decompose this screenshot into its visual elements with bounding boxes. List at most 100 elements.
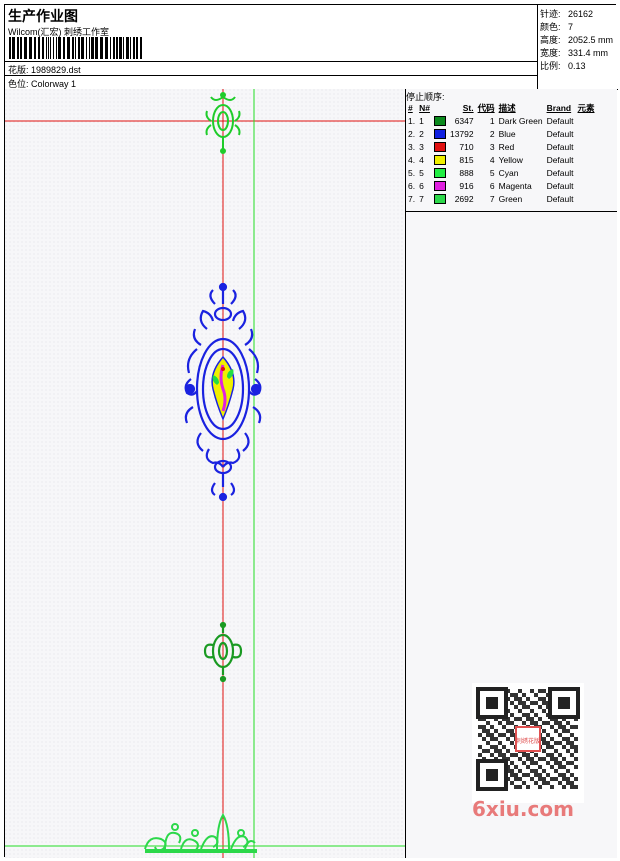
stat-scale: 比例: 0.13	[540, 61, 586, 71]
row-stitches: 888	[459, 167, 474, 178]
row-num: 3.	[408, 141, 416, 152]
row-num: 5.	[408, 167, 416, 178]
col-header-desc: 描述	[498, 103, 516, 113]
production-sheet: 生产作业图 Wilcom(汇宏) 刺绣工作室 花版: 1989829.dst 色…	[4, 4, 618, 858]
row-stitches: 2692	[454, 193, 474, 204]
row-code: 6	[489, 180, 495, 191]
embroidery-canvas	[5, 89, 405, 858]
stop-sequence-table: # N# St. 代码 描述 Brand 元素 1. 1 6347 1 Dark Gre…	[406, 102, 597, 205]
row-desc: Magenta	[498, 180, 532, 191]
row-num: 4.	[408, 154, 416, 165]
row-desc: Blue	[498, 128, 516, 139]
row-stitches: 13792	[449, 128, 474, 139]
stats-panel: 针迹: 26162 颜色: 7 高度: 2052.5 mm 宽度: 331.4 mm 比…	[537, 5, 618, 90]
row-element	[576, 153, 597, 166]
sequence-divider	[406, 211, 617, 212]
row-element	[576, 179, 597, 192]
row-brand: Default	[546, 180, 574, 191]
row-n: 4	[419, 154, 424, 165]
embroidery-design	[5, 89, 405, 858]
row-stitches: 710	[459, 141, 474, 152]
row-code: 3	[489, 141, 495, 152]
col-header-code: 代码	[477, 103, 495, 113]
stat-colors: 颜色: 7	[540, 22, 574, 32]
row-stitches: 916	[459, 180, 474, 191]
color-swatch	[433, 154, 446, 165]
row-num: 1.	[408, 115, 416, 126]
colorway-value: Colorway 1	[31, 79, 77, 89]
row-n: 1	[419, 115, 424, 126]
color-swatch	[433, 115, 446, 126]
row-desc: Dark Green	[498, 115, 543, 126]
row-num: 7.	[408, 193, 416, 204]
row-desc: Green	[498, 193, 523, 204]
row-brand: Default	[546, 115, 574, 126]
row-code: 5	[489, 167, 495, 178]
color-swatch	[433, 180, 446, 191]
stat-width: 宽度: 331.4 mm	[540, 48, 609, 58]
row-n: 5	[419, 167, 424, 178]
stat-stitches: 针迹: 26162	[540, 9, 594, 19]
color-swatch	[433, 128, 446, 139]
table-header-row: # N# St. 代码 描述 Brand 元素	[406, 102, 597, 114]
table-row: 7. 7 2692 7 Green Default	[406, 192, 597, 205]
sheet-header: 生产作业图 Wilcom(汇宏) 刺绣工作室 花版: 1989829.dst 色…	[5, 5, 537, 90]
row-swatch	[432, 179, 448, 192]
row-num: 6.	[408, 180, 416, 191]
table-row: 6. 6 916 6 Magenta Default	[406, 179, 597, 192]
table-row: 4. 4 815 4 Yellow Default	[406, 153, 597, 166]
row-n: 6	[419, 180, 424, 191]
row-brand: Default	[546, 154, 574, 165]
row-code: 2	[489, 128, 495, 139]
row-code: 1	[489, 115, 495, 126]
row-brand: Default	[546, 193, 574, 204]
row-n: 2	[419, 128, 424, 139]
row-brand: Default	[546, 141, 574, 152]
row-element	[576, 140, 597, 153]
design-file-name: 1989829.dst	[31, 65, 81, 75]
row-brand: Default	[546, 128, 574, 139]
row-swatch	[432, 114, 448, 127]
row-n: 7	[419, 193, 424, 204]
row-n: 3	[419, 141, 424, 152]
row-stitches: 815	[459, 154, 474, 165]
row-desc: Cyan	[498, 167, 519, 178]
col-header-stitches: St.	[462, 103, 474, 113]
sheet-title: 生产作业图	[8, 9, 78, 25]
row-code: 7	[489, 193, 495, 204]
row-element	[576, 127, 597, 140]
color-swatch	[433, 193, 446, 204]
barcode-image	[9, 37, 142, 59]
col-header-element: 元素	[577, 103, 595, 113]
row-num: 2.	[408, 128, 416, 139]
row-stitches: 6347	[454, 115, 474, 126]
table-row: 2. 2 13792 2 Blue Default	[406, 127, 597, 140]
row-swatch	[432, 166, 448, 179]
table-row: 1. 1 6347 1 Dark Green Default	[406, 114, 597, 127]
header-divider	[5, 61, 537, 62]
col-header-num: #	[408, 103, 413, 113]
col-header-n: N#	[419, 103, 430, 113]
header-divider-2	[5, 75, 537, 76]
row-desc: Yellow	[498, 154, 523, 165]
color-swatch	[433, 141, 446, 152]
qr-code-image: 刺绣花版	[472, 683, 584, 803]
row-desc: Red	[498, 141, 515, 152]
stop-sequence-panel: 停止顺序: # N# St. 代码 描述 Brand 元素 1. 1 6347 1 Da…	[405, 89, 617, 858]
row-swatch	[432, 153, 448, 166]
watermark-text: 6xiu.com	[472, 797, 574, 821]
col-header-color	[432, 102, 448, 114]
stat-height: 高度: 2052.5 mm	[540, 35, 614, 45]
table-row: 5. 5 888 5 Cyan Default	[406, 166, 597, 179]
row-element	[576, 114, 597, 127]
color-swatch	[433, 167, 446, 178]
row-element	[576, 166, 597, 179]
row-swatch	[432, 127, 448, 140]
row-brand: Default	[546, 167, 574, 178]
row-element	[576, 192, 597, 205]
col-header-brand: Brand	[546, 103, 572, 113]
row-code: 4	[489, 154, 495, 165]
row-swatch	[432, 140, 448, 153]
row-swatch	[432, 192, 448, 205]
table-row: 3. 3 710 3 Red Default	[406, 140, 597, 153]
